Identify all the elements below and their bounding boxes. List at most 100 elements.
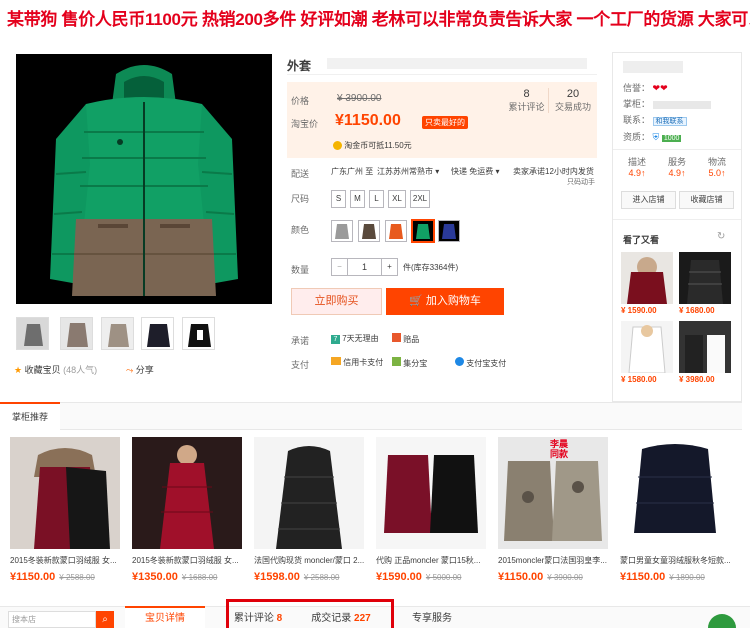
color-option-gray[interactable] bbox=[331, 220, 353, 242]
highlight-box bbox=[226, 599, 394, 628]
shipping-destination[interactable]: 江苏苏州常熟市 ▾ bbox=[377, 166, 439, 177]
taobao-price: ¥1150.00 bbox=[335, 112, 401, 129]
qualification-tag: 1000 bbox=[661, 135, 682, 142]
recommend-image[interactable] bbox=[376, 437, 486, 549]
see-also-price: ¥ 3980.00 bbox=[679, 375, 715, 384]
sales-count: 20 bbox=[566, 88, 580, 100]
thumbnail-2[interactable] bbox=[60, 317, 93, 350]
price-box: 价格 ¥ 3900.00 淘宝价 ¥1150.00 只卖最好的 淘金币可抵11.… bbox=[287, 82, 597, 158]
size-option[interactable]: M bbox=[350, 190, 365, 208]
recommend-image[interactable] bbox=[132, 437, 242, 549]
color-option-brown[interactable] bbox=[358, 220, 380, 242]
pay-credit-text: 信用卡支付 bbox=[343, 358, 384, 367]
see-also-image[interactable] bbox=[679, 252, 731, 304]
list-item[interactable]: 2015冬装新款蒙口羽绒服 女... ¥1350.00 ¥ 1688.00 bbox=[132, 437, 242, 583]
see-also-image[interactable] bbox=[621, 321, 673, 373]
refresh-icon[interactable]: ↻ bbox=[717, 231, 725, 242]
color-option-green[interactable] bbox=[411, 219, 435, 243]
add-to-cart-button[interactable]: 🛒 加入购物车 bbox=[386, 288, 504, 315]
tab-service[interactable]: 专享服务 bbox=[405, 608, 459, 628]
seller-sidebar: 信誉： ❤❤ 掌柜： 联系： 和我联系 资质： ⛨ 1000 描述 4.9↑ 服… bbox=[612, 52, 742, 402]
quantity-input[interactable]: 1 bbox=[348, 258, 381, 276]
favorite-link[interactable]: ★ 收藏宝贝 (48人气) bbox=[14, 363, 97, 376]
search-icon[interactable]: ⌕ bbox=[96, 611, 114, 628]
stock-text: 件(库存3364件) bbox=[403, 263, 459, 272]
chevron-down-icon: ▾ bbox=[495, 167, 500, 176]
thumbnail-3[interactable] bbox=[101, 317, 134, 350]
size-option[interactable]: S bbox=[331, 190, 346, 208]
main-product-image[interactable] bbox=[16, 54, 272, 304]
pay-credit: 信用卡支付 bbox=[331, 357, 383, 368]
color-option-orange[interactable] bbox=[385, 220, 407, 242]
recommend-name[interactable]: 2015冬装新款蒙口羽绒服 女... bbox=[10, 555, 120, 566]
tab-recommend[interactable]: 掌柜推荐 bbox=[0, 402, 60, 430]
recommend-name[interactable]: 代购 正品moncler 蒙口15秋... bbox=[376, 555, 486, 566]
fav-shop-button[interactable]: 收藏店铺 bbox=[679, 191, 734, 209]
pay-alipay-text: 支付宝支付 bbox=[466, 359, 507, 368]
add-to-cart-label: 加入购物车 bbox=[425, 295, 481, 307]
shop-search-input[interactable]: 搜本店 bbox=[8, 611, 96, 628]
quantity-minus-button[interactable]: − bbox=[331, 258, 348, 276]
thumbnail-1[interactable] bbox=[16, 317, 49, 350]
shipping-promise-sub: 只码动手 bbox=[567, 179, 595, 186]
list-item[interactable]: 法国代购现货 moncler/蒙口 2... ¥1598.00 ¥ 2588.00 bbox=[254, 437, 364, 583]
alipay-icon bbox=[455, 357, 464, 366]
see-also-price: ¥ 1590.00 bbox=[621, 306, 657, 315]
shipping-method[interactable]: 快递 免运费 ▾ bbox=[451, 166, 499, 177]
recommend-name[interactable]: 2015moncler蒙口法国羽皇李... bbox=[498, 555, 608, 566]
thumbnail-5[interactable] bbox=[182, 317, 215, 350]
shopkeeper-row: 掌柜： bbox=[623, 97, 711, 110]
divider bbox=[613, 149, 741, 150]
recommend-old-price: ¥ 2588.00 bbox=[303, 573, 340, 582]
qualification-row: 资质： ⛨ 1000 bbox=[623, 130, 682, 143]
jifenbao-icon bbox=[392, 357, 401, 366]
tab-details[interactable]: 宝贝详情 bbox=[125, 606, 205, 628]
size-option[interactable]: 2XL bbox=[410, 190, 430, 208]
sales-stat[interactable]: 20 交易成功 bbox=[551, 88, 595, 113]
list-item[interactable]: 李晨同款 2015moncler蒙口法国羽皇李... ¥1150.00 ¥ 390… bbox=[498, 437, 608, 583]
recommend-old-price: ¥ 1890.00 bbox=[669, 573, 705, 582]
recommend-name[interactable]: 2015冬装新款蒙口羽绒服 女... bbox=[132, 555, 242, 566]
list-item[interactable]: 代购 正品moncler 蒙口15秋... ¥1590.00 ¥ 5000.00 bbox=[376, 437, 486, 583]
shipping-promise: 卖家承诺12小时内发货 bbox=[513, 167, 594, 176]
reviews-stat[interactable]: 8 累计评论 bbox=[505, 88, 549, 113]
recommend-old-price: ¥ 2588.00 bbox=[59, 573, 95, 582]
enter-shop-button[interactable]: 进入店铺 bbox=[621, 191, 676, 209]
recommend-image[interactable] bbox=[10, 437, 120, 549]
credit-label: 信誉： bbox=[623, 83, 651, 93]
see-also-price: ¥ 1580.00 bbox=[621, 375, 657, 384]
share-icon: ⤳ bbox=[126, 365, 134, 375]
promise-7days[interactable]: 7 7天无理由 bbox=[331, 333, 379, 344]
buy-now-button[interactable]: 立即购买 bbox=[291, 288, 382, 315]
score-label: 描述 bbox=[627, 157, 646, 167]
product-title: 外套 bbox=[287, 59, 312, 73]
size-option[interactable]: L bbox=[369, 190, 384, 208]
recommend-name[interactable]: 法国代购现货 moncler/蒙口 2... bbox=[254, 555, 364, 566]
see-also-image[interactable] bbox=[621, 252, 673, 304]
recommend-image[interactable] bbox=[254, 437, 364, 549]
color-label: 颜色 bbox=[291, 225, 310, 235]
list-item[interactable]: 蒙口男童女童羽绒服秋冬短款... ¥1150.00 ¥ 1890.00 bbox=[620, 437, 730, 583]
quantity-plus-button[interactable]: + bbox=[381, 258, 398, 276]
shop-name-blurred bbox=[623, 61, 683, 73]
promo-banner: 某带狗 售价人民币1100元 热销200多件 好评如潮 老林可以非常负责告诉大家… bbox=[0, 0, 750, 40]
recommend-price: ¥1350.00 bbox=[132, 571, 178, 583]
pay-label: 支付 bbox=[291, 360, 310, 370]
contact-label: 联系： bbox=[623, 115, 651, 125]
pay-alipay: 支付宝支付 bbox=[455, 357, 506, 369]
size-option[interactable]: XL bbox=[388, 190, 406, 208]
share-link[interactable]: ⤳ 分享 bbox=[126, 363, 154, 376]
color-option-navy[interactable] bbox=[438, 220, 460, 242]
recommend-old-price: ¥ 1688.00 bbox=[181, 573, 218, 582]
see-also-image[interactable] bbox=[679, 321, 731, 373]
size-label: 尺码 bbox=[291, 194, 310, 204]
promise-extra[interactable]: 赔品 bbox=[392, 333, 419, 345]
contact-button[interactable]: 和我联系 bbox=[652, 117, 687, 126]
thumbnail-4[interactable] bbox=[141, 317, 174, 350]
reviews-count: 8 bbox=[523, 88, 530, 100]
recommend-image[interactable] bbox=[620, 437, 730, 549]
recommend-name[interactable]: 蒙口男童女童羽绒服秋冬短款... bbox=[620, 555, 730, 566]
list-item[interactable]: 2015冬装新款蒙口羽绒服 女... ¥1150.00 ¥ 2588.00 bbox=[10, 437, 120, 583]
recommend-price: ¥1150.00 bbox=[620, 571, 666, 583]
cart-icon: 🛒 bbox=[409, 295, 423, 307]
